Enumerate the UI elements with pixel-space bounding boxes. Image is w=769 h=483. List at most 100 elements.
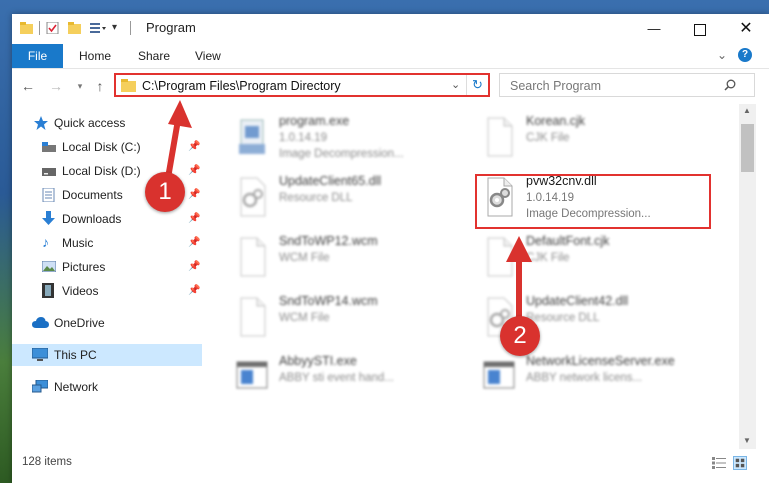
close-icon: ✕ bbox=[739, 20, 753, 37]
documents-icon bbox=[42, 188, 55, 202]
chevron-down-icon: ▾ bbox=[77, 81, 83, 91]
minimize-button[interactable]: — bbox=[631, 14, 677, 44]
sidebar-item-label: Music bbox=[62, 236, 94, 250]
sidebar-item-downloads[interactable]: Downloads 📌 bbox=[12, 208, 202, 230]
file-item[interactable]: SndToWP14.wcm WCM File bbox=[227, 292, 457, 348]
dll-file-icon bbox=[240, 177, 266, 217]
sidebar-item-label: Local Disk (C:) bbox=[62, 140, 141, 154]
file-type: WCM File bbox=[279, 252, 330, 264]
scroll-down-icon[interactable]: ▼ bbox=[743, 436, 751, 445]
videos-icon bbox=[42, 283, 54, 298]
up-button[interactable]: ↑ bbox=[90, 76, 110, 96]
divider bbox=[39, 21, 40, 35]
computer-icon bbox=[32, 348, 48, 361]
pin-icon[interactable]: 📌 bbox=[188, 141, 200, 152]
exe-file-icon bbox=[239, 119, 265, 154]
file-list: program.exe 1.0.14.19 Image Decompressio… bbox=[207, 104, 739, 449]
file-icon bbox=[487, 117, 513, 157]
drive-icon bbox=[42, 168, 56, 176]
sidebar-item-music[interactable]: ♪ Music 📌 bbox=[12, 232, 202, 254]
pin-icon[interactable]: 📌 bbox=[188, 189, 200, 200]
tab-home[interactable]: Home bbox=[79, 44, 111, 68]
folder-icon[interactable] bbox=[20, 22, 33, 34]
file-item[interactable]: NetworkLicenseServer.exe ABBY network li… bbox=[474, 352, 704, 408]
sidebar-item-label: Downloads bbox=[62, 212, 122, 226]
customize-toolbar-icon[interactable]: ▾ bbox=[112, 22, 117, 33]
maximize-button[interactable] bbox=[677, 14, 723, 44]
recent-locations-button[interactable]: ▾ bbox=[70, 76, 90, 96]
tab-view[interactable]: View bbox=[195, 44, 221, 68]
file-item[interactable]: SndToWP12.wcm WCM File bbox=[227, 232, 457, 288]
file-type: ABBY sti event hand... bbox=[279, 372, 394, 384]
sidebar-item-pictures[interactable]: Pictures 📌 bbox=[12, 256, 202, 278]
file-item[interactable]: DefaultFont.cjk CJK File bbox=[474, 232, 704, 288]
properties-icon[interactable] bbox=[46, 22, 59, 34]
file-type: Resource DLL bbox=[279, 192, 353, 204]
sidebar-item-label: Network bbox=[54, 380, 99, 394]
file-name: DefaultFont.cjk bbox=[526, 234, 610, 248]
file-item[interactable]: UpdateClient65.dll Resource DLL bbox=[227, 172, 457, 228]
star-icon bbox=[34, 116, 48, 130]
pin-icon[interactable]: 📌 bbox=[188, 285, 200, 296]
sidebar-item-videos[interactable]: Videos 📌 bbox=[12, 280, 202, 302]
file-icon bbox=[487, 237, 513, 277]
view-options-icon[interactable] bbox=[90, 22, 106, 34]
scroll-thumb[interactable] bbox=[741, 124, 754, 172]
search-input[interactable]: Search Program bbox=[510, 79, 601, 93]
file-name: SndToWP14.wcm bbox=[279, 294, 378, 308]
file-type: ABBY network licens... bbox=[526, 372, 643, 384]
expand-ribbon-icon[interactable]: ⌄ bbox=[717, 48, 727, 62]
file-name: Korean.cjk bbox=[526, 114, 586, 128]
file-name: UpdateClient42.dll bbox=[526, 294, 629, 308]
pin-icon[interactable]: 📌 bbox=[188, 237, 200, 248]
sidebar-item-network[interactable]: Network bbox=[12, 376, 202, 398]
cloud-icon bbox=[32, 317, 49, 328]
scroll-up-icon[interactable]: ▲ bbox=[743, 106, 751, 115]
file-name: NetworkLicenseServer.exe bbox=[526, 354, 675, 368]
callout-badge-1: 1 bbox=[145, 172, 185, 212]
help-icon[interactable]: ? bbox=[738, 48, 752, 62]
file-item[interactable]: AbbyySTI.exe ABBY sti event hand... bbox=[227, 352, 457, 408]
pin-icon[interactable]: 📌 bbox=[188, 165, 200, 176]
divider bbox=[466, 75, 467, 95]
pin-icon[interactable]: 📌 bbox=[188, 261, 200, 272]
sidebar-item-this-pc[interactable]: This PC bbox=[12, 344, 202, 366]
search-box[interactable]: Search Program bbox=[499, 73, 755, 97]
details-view-icon[interactable] bbox=[712, 457, 726, 469]
pin-icon[interactable]: 📌 bbox=[188, 213, 200, 224]
file-type: CJK File bbox=[526, 252, 570, 264]
large-icons-view-icon[interactable] bbox=[733, 456, 747, 470]
sidebar-item-label: Pictures bbox=[62, 260, 106, 274]
file-name: SndToWP12.wcm bbox=[279, 234, 378, 248]
vertical-scrollbar[interactable]: ▲ ▼ bbox=[739, 104, 756, 449]
tab-share[interactable]: Share bbox=[138, 44, 170, 68]
item-count: 128 items bbox=[22, 456, 72, 468]
new-folder-icon[interactable] bbox=[68, 22, 81, 34]
sidebar-item-label: OneDrive bbox=[54, 316, 105, 330]
file-name: program.exe bbox=[279, 114, 350, 128]
forward-button[interactable]: → bbox=[46, 76, 66, 96]
file-item[interactable]: Korean.cjk CJK File bbox=[474, 112, 704, 168]
sidebar-item-quick-access[interactable]: Quick access bbox=[12, 112, 202, 134]
close-button[interactable]: ✕ bbox=[723, 14, 769, 44]
status-bar: 128 items bbox=[12, 449, 769, 483]
address-path: C:\Program Files\Program Directory bbox=[142, 79, 341, 93]
explorer-window: ▾ Program — ✕ File Home Share View ⌄ ? ←… bbox=[12, 14, 769, 483]
sidebar-item-label: Local Disk (D:) bbox=[62, 164, 141, 178]
file-icon bbox=[240, 237, 266, 277]
window-title: Program bbox=[146, 20, 196, 35]
back-button[interactable]: ← bbox=[18, 76, 38, 96]
tab-file[interactable]: File bbox=[12, 44, 63, 68]
file-item[interactable]: program.exe 1.0.14.19 Image Decompressio… bbox=[227, 112, 457, 168]
sidebar-item-local-disk-c[interactable]: Local Disk (C:) 📌 bbox=[12, 136, 202, 158]
file-type: WCM File bbox=[279, 312, 330, 324]
refresh-icon[interactable]: ↻ bbox=[472, 77, 483, 93]
file-description: Image Decompression... bbox=[279, 148, 404, 160]
address-dropdown-icon[interactable]: ⌄ bbox=[451, 78, 460, 91]
sidebar-item-onedrive[interactable]: OneDrive bbox=[12, 312, 202, 334]
divider bbox=[130, 21, 131, 35]
music-icon: ♪ bbox=[42, 234, 49, 250]
minimize-icon: — bbox=[647, 21, 661, 36]
address-bar[interactable]: C:\Program Files\Program Directory ⌄ ↻ bbox=[114, 73, 490, 97]
arrow-right-icon: → bbox=[49, 78, 63, 94]
